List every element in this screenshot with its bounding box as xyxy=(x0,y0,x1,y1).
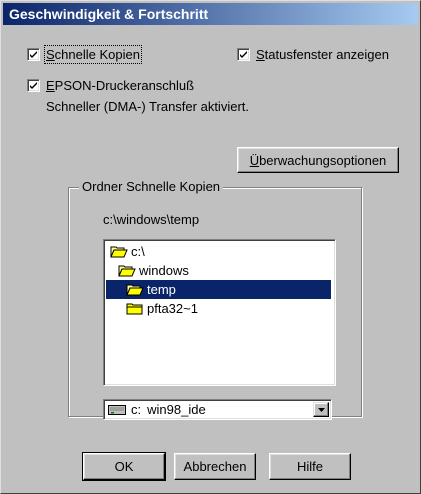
drive-select[interactable]: c: win98_ide xyxy=(103,399,332,420)
dropdown-arrow-icon[interactable] xyxy=(313,402,329,417)
folder-tree[interactable]: c:\ windows temp pfta32~1 xyxy=(103,239,336,386)
tree-item-pfta32[interactable]: pfta32~1 xyxy=(126,299,198,318)
epson-port-checkbox[interactable]: EPSON-Druckeranschluß xyxy=(27,78,194,93)
ok-button[interactable]: OK xyxy=(82,452,166,481)
checkbox-check-icon xyxy=(27,79,40,92)
monitoring-options-label: Überwachungsoptionen xyxy=(249,152,387,168)
open-folder-icon xyxy=(110,246,128,258)
monitoring-options-button[interactable]: Überwachungsoptionen xyxy=(237,147,399,173)
tree-item-label: pfta32~1 xyxy=(147,301,198,316)
drive-letter: c: xyxy=(131,402,142,417)
open-folder-icon xyxy=(118,265,136,277)
open-folder-icon xyxy=(126,284,144,296)
tree-item-label: temp xyxy=(147,282,176,297)
speed-progress-dialog: Geschwindigkeit & Fortschritt Schnelle K… xyxy=(0,0,421,494)
tree-item-c-root[interactable]: c:\ xyxy=(110,242,145,261)
help-button[interactable]: Hilfe xyxy=(269,453,351,480)
dma-transfer-note: Schneller (DMA-) Transfer aktiviert. xyxy=(46,99,249,114)
drive-name: win98_ide xyxy=(147,402,206,417)
tree-item-label: windows xyxy=(139,263,189,278)
checkbox-check-icon xyxy=(27,48,40,61)
tree-item-label: c:\ xyxy=(131,244,145,259)
dialog-title: Geschwindigkeit & Fortschritt xyxy=(3,3,418,25)
fast-copies-checkbox[interactable]: Schnelle Kopien xyxy=(27,45,142,64)
epson-port-label: EPSON-Druckeranschluß xyxy=(46,78,195,93)
fast-copies-folder-group-label: Ordner Schnelle Kopien xyxy=(79,179,224,194)
cancel-button[interactable]: Abbrechen xyxy=(174,453,256,480)
tree-item-temp[interactable]: temp xyxy=(106,280,331,299)
fast-copies-label: Schnelle Kopien xyxy=(44,45,142,64)
closed-folder-icon xyxy=(126,303,143,315)
checkbox-check-icon xyxy=(237,48,250,61)
tree-item-windows[interactable]: windows xyxy=(118,261,189,280)
status-window-checkbox[interactable]: Statusfenster anzeigen xyxy=(237,47,389,62)
hard-drive-icon xyxy=(108,404,126,415)
current-folder-path: c:\windows\temp xyxy=(103,212,200,227)
status-window-label: Statusfenster anzeigen xyxy=(256,47,389,62)
